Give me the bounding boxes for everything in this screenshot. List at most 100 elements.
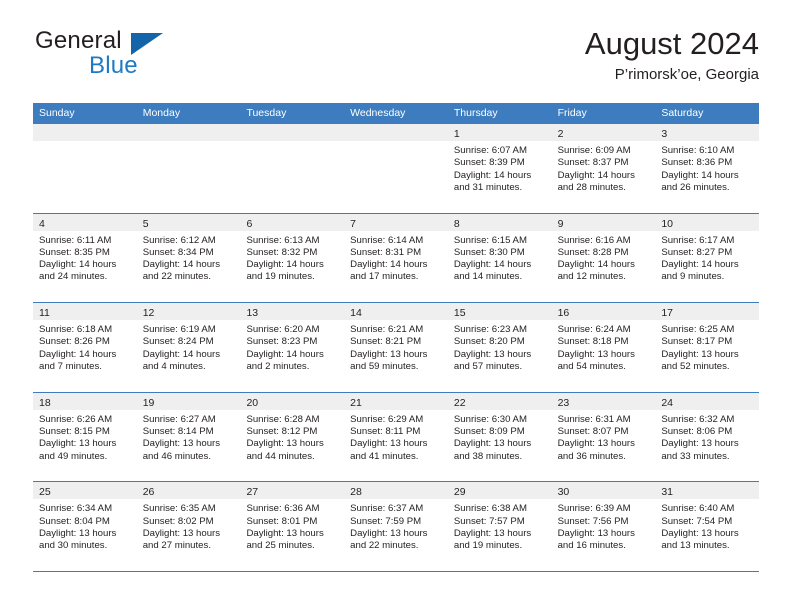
daylight-text-line1: Daylight: 14 hours [142,259,221,271]
daylight-text-line1: Daylight: 14 hours [661,259,739,271]
day-details: Sunrise: 6:29 AM Sunset: 8:11 PM Daylight:… [344,410,448,463]
sunrise-text: Sunrise: 6:21 AM [350,324,424,336]
sunrise-text: Sunrise: 6:34 AM [39,503,113,515]
day-cell[interactable]: 15 Sunrise: 6:23 AM Sunset: 8:20 PM Dayligh… [447,303,552,392]
sunset-text: Sunset: 8:34 PM [142,246,214,258]
day-cell[interactable]: 9 Sunrise: 6:16 AM Sunset: 8:28 PM Daylight… [551,213,656,303]
sunset-text: Sunset: 8:04 PM [39,515,110,527]
day-number-band: 15 [447,303,552,321]
day-cell[interactable]: 1 Sunrise: 6:07 AM Sunset: 8:39 PM Daylight… [447,124,552,213]
day-details: Sunrise: 6:31 AM Sunset: 8:07 PM Daylight:… [552,410,656,463]
day-cell[interactable]: 10 Sunrise: 6:17 AM Sunset: 8:27 PM Dayligh… [655,213,760,303]
daylight-text-line1: Daylight: 13 hours [557,527,635,539]
sunrise-text: Sunrise: 6:28 AM [246,413,320,425]
day-number-band [136,124,241,141]
day-details: Sunrise: 6:28 AM Sunset: 8:12 PM Daylight:… [240,410,344,463]
day-cell-empty [240,124,345,213]
day-cell[interactable]: 24 Sunrise: 6:32 AM Sunset: 8:06 PM Dayligh… [655,392,760,482]
sunrise-text: Sunrise: 6:12 AM [142,234,216,246]
sunset-text: Sunset: 8:02 PM [142,515,214,527]
sunset-text: Sunset: 8:24 PM [142,336,214,348]
day-cell[interactable]: 11 Sunrise: 6:18 AM Sunset: 8:26 PM Dayligh… [33,303,137,392]
daylight-text-line2: and 27 minutes. [142,540,211,552]
day-number: 15 [453,307,466,320]
daylight-text-line1: Daylight: 14 hours [661,169,739,181]
daylight-text-line1: Daylight: 13 hours [350,527,428,539]
day-number-band: 18 [33,392,137,410]
sunset-text: Sunset: 8:06 PM [661,426,733,438]
calendar-week-row: 4 Sunrise: 6:11 AM Sunset: 8:35 PM Daylight… [33,213,760,304]
calendar-page: General Blue August 2024 P’rimorsk’oe, G… [0,0,792,612]
daylight-text-line1: Daylight: 13 hours [246,527,324,539]
weekday-header-friday: Friday [557,107,587,119]
sunrise-text: Sunrise: 6:35 AM [142,503,216,515]
sunset-text: Sunset: 8:15 PM [39,426,110,438]
day-cell[interactable]: 6 Sunrise: 6:13 AM Sunset: 8:32 PM Daylight… [240,213,345,303]
daylight-text-line2: and 17 minutes. [350,271,419,283]
day-cell[interactable]: 29 Sunrise: 6:38 AM Sunset: 7:57 PM Dayligh… [447,482,552,571]
day-cell[interactable]: 2 Sunrise: 6:09 AM Sunset: 8:37 PM Daylight… [551,124,656,213]
day-cell[interactable]: 5 Sunrise: 6:12 AM Sunset: 8:34 PM Daylight… [136,213,241,303]
day-cell-empty [344,124,448,213]
daylight-text-line1: Daylight: 14 hours [39,348,117,360]
day-number-band: 23 [551,392,656,410]
daylight-text-line2: and 57 minutes. [453,361,523,373]
daylight-text-line1: Daylight: 13 hours [661,348,739,360]
daylight-text-line2: and 28 minutes. [557,181,626,193]
daylight-text-line2: and 30 minutes. [39,540,108,552]
day-cell[interactable]: 18 Sunrise: 6:26 AM Sunset: 8:15 PM Dayligh… [33,392,137,482]
day-cell[interactable]: 7 Sunrise: 6:14 AM Sunset: 8:31 PM Daylight… [344,213,448,303]
weekday-header-tuesday: Tuesday [246,107,287,119]
daylight-text-line2: and 14 minutes. [453,271,523,283]
day-cell[interactable]: 17 Sunrise: 6:25 AM Sunset: 8:17 PM Dayligh… [655,303,760,392]
day-cell[interactable]: 30 Sunrise: 6:39 AM Sunset: 7:56 PM Dayligh… [551,482,656,571]
day-number: 27 [246,486,259,499]
daylight-text-line2: and 25 minutes. [246,540,315,552]
day-cell[interactable]: 20 Sunrise: 6:28 AM Sunset: 8:12 PM Dayligh… [240,392,345,482]
daylight-text-line2: and 33 minutes. [661,450,730,462]
day-cell[interactable]: 4 Sunrise: 6:11 AM Sunset: 8:35 PM Daylight… [33,213,137,303]
brand-logo[interactable]: General Blue [33,27,213,89]
daylight-text-line1: Daylight: 13 hours [453,527,532,539]
day-number-band: 29 [447,482,552,500]
sunset-text: Sunset: 8:30 PM [453,246,525,258]
day-cell[interactable]: 12 Sunrise: 6:19 AM Sunset: 8:24 PM Dayligh… [136,303,241,392]
day-details: Sunrise: 6:17 AM Sunset: 8:27 PM Daylight:… [655,231,759,284]
day-cell[interactable]: 13 Sunrise: 6:20 AM Sunset: 8:23 PM Dayligh… [240,303,345,392]
sunrise-text: Sunrise: 6:10 AM [661,145,735,156]
day-number: 14 [350,307,362,320]
sunrise-text: Sunrise: 6:14 AM [350,234,424,246]
day-details: Sunrise: 6:34 AM Sunset: 8:04 PM Daylight:… [33,499,137,552]
daylight-text-line1: Daylight: 14 hours [246,348,324,360]
day-cell[interactable]: 19 Sunrise: 6:27 AM Sunset: 8:14 PM Dayligh… [136,392,241,482]
day-cell[interactable]: 23 Sunrise: 6:31 AM Sunset: 8:07 PM Dayligh… [551,392,656,482]
sunset-text: Sunset: 8:37 PM [557,157,629,169]
day-number-band: 22 [447,392,552,410]
day-number-band: 19 [136,392,241,410]
day-number: 13 [246,307,259,320]
day-cell[interactable]: 26 Sunrise: 6:35 AM Sunset: 8:02 PM Dayligh… [136,482,241,571]
day-cell[interactable]: 16 Sunrise: 6:24 AM Sunset: 8:18 PM Dayligh… [551,303,656,392]
day-cell[interactable]: 27 Sunrise: 6:36 AM Sunset: 8:01 PM Dayligh… [240,482,345,571]
day-cell[interactable]: 31 Sunrise: 6:40 AM Sunset: 7:54 PM Dayligh… [655,482,760,571]
day-cell[interactable]: 21 Sunrise: 6:29 AM Sunset: 8:11 PM Dayligh… [344,392,448,482]
sunrise-text: Sunrise: 6:19 AM [142,324,216,336]
sunrise-text: Sunrise: 6:23 AM [453,324,527,336]
daylight-text-line1: Daylight: 13 hours [661,527,739,539]
day-cell[interactable]: 22 Sunrise: 6:30 AM Sunset: 8:09 PM Dayligh… [447,392,552,482]
weekday-header-monday: Monday [142,107,181,119]
day-number: 16 [557,307,570,320]
day-number-band [344,124,448,141]
day-cell[interactable]: 28 Sunrise: 6:37 AM Sunset: 7:59 PM Dayligh… [344,482,448,571]
daylight-text-line2: and 19 minutes. [453,540,523,552]
sunset-text: Sunset: 8:09 PM [453,426,525,438]
day-cell[interactable]: 14 Sunrise: 6:21 AM Sunset: 8:21 PM Dayligh… [344,303,448,392]
location-subtitle: P’rimorsk’oe, Georgia [614,65,759,83]
day-cell[interactable]: 3 Sunrise: 6:10 AM Sunset: 8:36 PM Daylight… [655,124,760,213]
day-cell[interactable]: 25 Sunrise: 6:34 AM Sunset: 8:04 PM Dayligh… [33,482,137,571]
day-cell[interactable]: 8 Sunrise: 6:15 AM Sunset: 8:30 PM Daylight… [447,213,552,303]
day-number-band: 10 [655,213,760,231]
daylight-text-line2: and 49 minutes. [39,450,108,462]
daylight-text-line2: and 22 minutes. [350,540,419,552]
day-details: Sunrise: 6:20 AM Sunset: 8:23 PM Daylight:… [240,320,344,373]
